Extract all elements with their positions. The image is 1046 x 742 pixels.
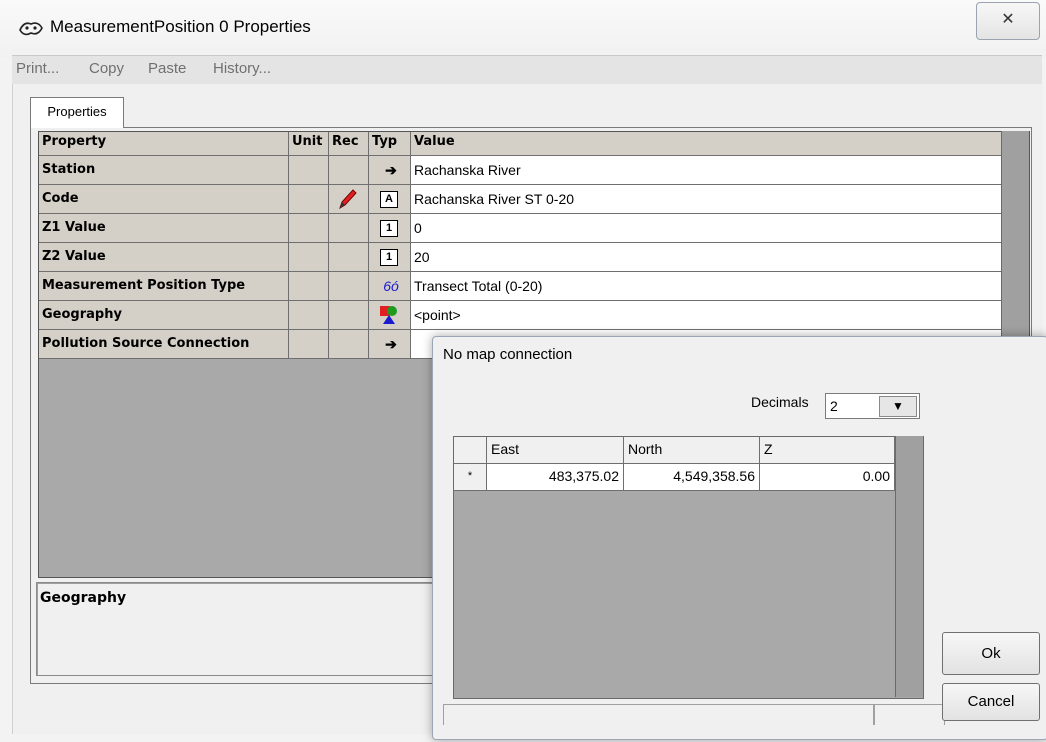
col-header-unit[interactable]: Unit [289, 132, 329, 156]
rec-cell [329, 301, 369, 330]
close-icon: ✕ [1001, 11, 1015, 28]
unit-cell [289, 214, 329, 243]
col-header-rec[interactable]: Rec [329, 132, 369, 156]
z-value[interactable]: 0.00 [760, 464, 895, 491]
unit-cell [289, 301, 329, 330]
rec-cell [329, 185, 369, 214]
type-cell: 1 [369, 243, 411, 272]
pencil-icon [339, 189, 357, 210]
north-value[interactable]: 4,549,358.56 [624, 464, 760, 491]
arrow-icon: ➔ [369, 156, 411, 185]
dialog-title: No map connection [443, 346, 573, 363]
type-cell: A [369, 185, 411, 214]
value-z2[interactable]: 20 [411, 243, 1002, 272]
new-row-marker: * [454, 464, 487, 491]
shapes-icon [380, 306, 397, 324]
rec-cell [329, 214, 369, 243]
row-label-pollution-source-connection[interactable]: Pollution Source Connection [39, 330, 289, 359]
value-measurement-position-type[interactable]: Transect Total (0-20) [411, 272, 1002, 301]
coordinate-grid: East North Z * 483,375.02 4,549,358.56 0… [453, 436, 924, 699]
rec-cell [329, 243, 369, 272]
close-button[interactable]: ✕ [976, 2, 1040, 40]
menu-history[interactable]: History... [213, 60, 271, 77]
type-cell: 1 [369, 214, 411, 243]
description-title: Geography [40, 590, 127, 606]
window-title: MeasurementPosition 0 Properties [50, 17, 311, 36]
value-code[interactable]: Rachanska River ST 0-20 [411, 185, 1002, 214]
menu-copy[interactable]: Copy [89, 60, 124, 77]
row-header-corner [454, 437, 487, 464]
rec-cell [329, 272, 369, 301]
chevron-down-icon[interactable]: ▼ [879, 396, 917, 417]
number-icon: 1 [380, 220, 398, 237]
col-header-value[interactable]: Value [411, 132, 1002, 156]
menu-print[interactable]: Print... [16, 60, 59, 77]
col-header-east[interactable]: East [487, 437, 624, 464]
cancel-button[interactable]: Cancel [942, 683, 1040, 721]
unit-cell [289, 185, 329, 214]
unit-cell [289, 156, 329, 185]
number-icon: 1 [380, 249, 398, 266]
menu-paste[interactable]: Paste [148, 60, 186, 77]
status-pane [443, 704, 875, 725]
glasses-icon: 6ó [369, 272, 411, 301]
col-header-z[interactable]: Z [760, 437, 895, 464]
value-station[interactable]: Rachanska River [411, 156, 1002, 185]
status-pane [873, 704, 945, 725]
col-header-north[interactable]: North [624, 437, 760, 464]
value-geography[interactable]: <point> [411, 301, 1002, 330]
col-header-type[interactable]: Typ [369, 132, 411, 156]
unit-cell [289, 243, 329, 272]
row-label-station[interactable]: Station [39, 156, 289, 185]
decimals-label: Decimals [751, 394, 809, 410]
ok-button[interactable]: Ok [942, 632, 1040, 675]
rec-cell [329, 156, 369, 185]
east-value[interactable]: 483,375.02 [487, 464, 624, 491]
value-z1[interactable]: 0 [411, 214, 1002, 243]
row-label-geography[interactable]: Geography [39, 301, 289, 330]
rec-cell [329, 330, 369, 359]
text-icon: A [380, 191, 398, 208]
row-label-z1[interactable]: Z1 Value [39, 214, 289, 243]
tab-properties[interactable]: Properties [30, 97, 124, 128]
coordinate-vertical-scrollbar[interactable] [895, 436, 923, 697]
row-label-measurement-position-type[interactable]: Measurement Position Type [39, 272, 289, 301]
row-label-z2[interactable]: Z2 Value [39, 243, 289, 272]
row-label-code[interactable]: Code [39, 185, 289, 214]
unit-cell [289, 272, 329, 301]
menu-bar: Print... Copy Paste History... [12, 55, 1042, 84]
arrow-icon: ➔ [369, 330, 411, 359]
type-cell [369, 301, 411, 330]
app-icon [18, 18, 44, 40]
unit-cell [289, 330, 329, 359]
col-header-property[interactable]: Property [39, 132, 289, 156]
